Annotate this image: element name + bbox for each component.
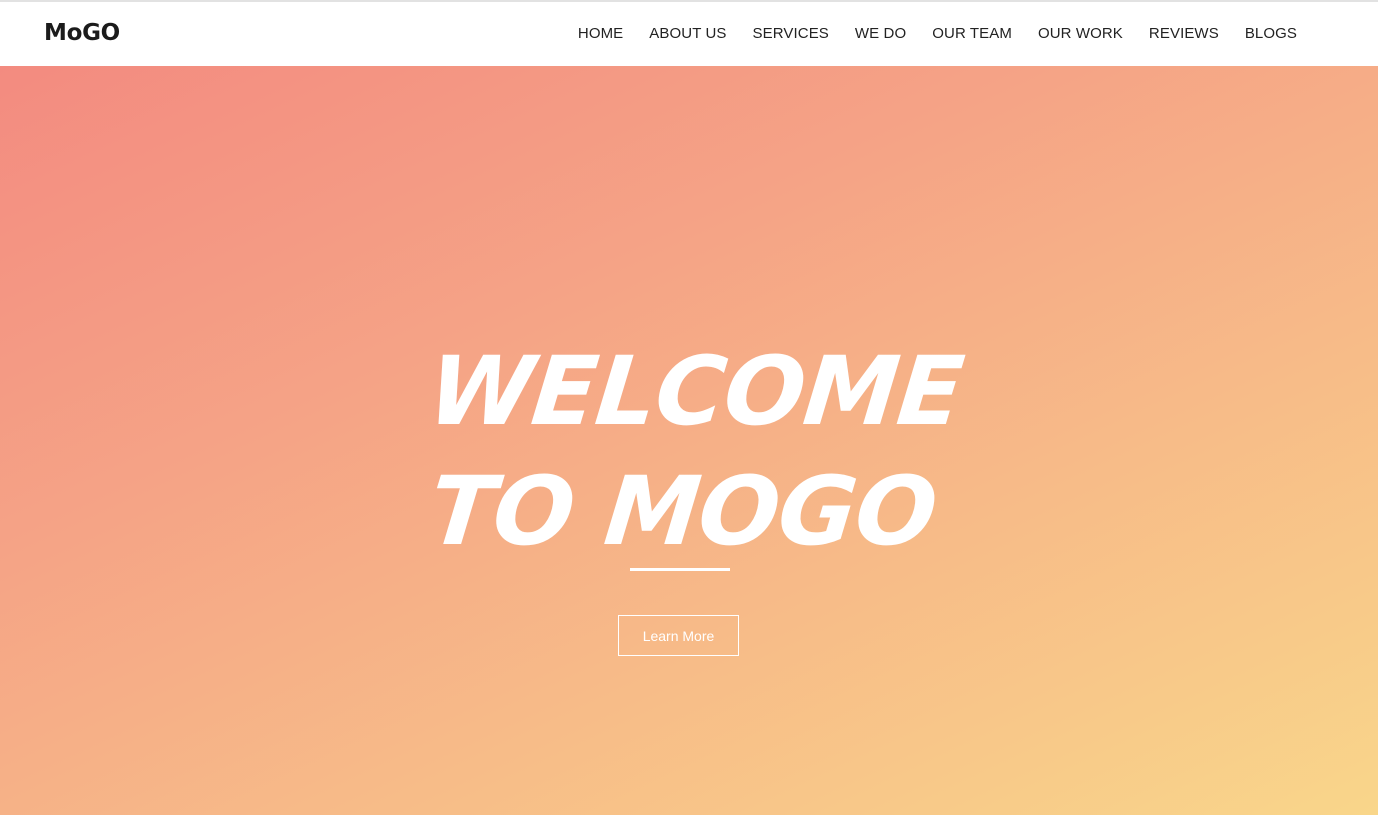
nav-item-blogs[interactable]: BLOGS: [1245, 25, 1297, 42]
hero-title-line-2: TO MOGO: [424, 457, 942, 567]
nav-item-reviews[interactable]: REVIEWS: [1149, 25, 1219, 42]
hero-divider: [630, 568, 730, 571]
hero-section: WELCOME TO MOGO Learn More: [0, 66, 1378, 815]
site-header: MoGO HOME ABOUT US SERVICES WE DO OUR TE…: [0, 2, 1378, 66]
site-logo[interactable]: MoGO: [44, 20, 120, 46]
nav-item-about-us[interactable]: ABOUT US: [649, 25, 726, 42]
nav-item-services[interactable]: SERVICES: [753, 25, 829, 42]
nav-item-our-team[interactable]: OUR TEAM: [932, 25, 1012, 42]
hero-title-line-1: WELCOME: [422, 337, 968, 447]
nav-item-we-do[interactable]: WE DO: [855, 25, 906, 42]
nav-item-home[interactable]: HOME: [578, 25, 623, 42]
main-nav: HOME ABOUT US SERVICES WE DO OUR TEAM OU…: [552, 25, 1297, 42]
learn-more-button[interactable]: Learn More: [618, 615, 739, 656]
hero-title: WELCOME TO MOGO: [0, 332, 1378, 572]
nav-item-our-work[interactable]: OUR WORK: [1038, 25, 1123, 42]
